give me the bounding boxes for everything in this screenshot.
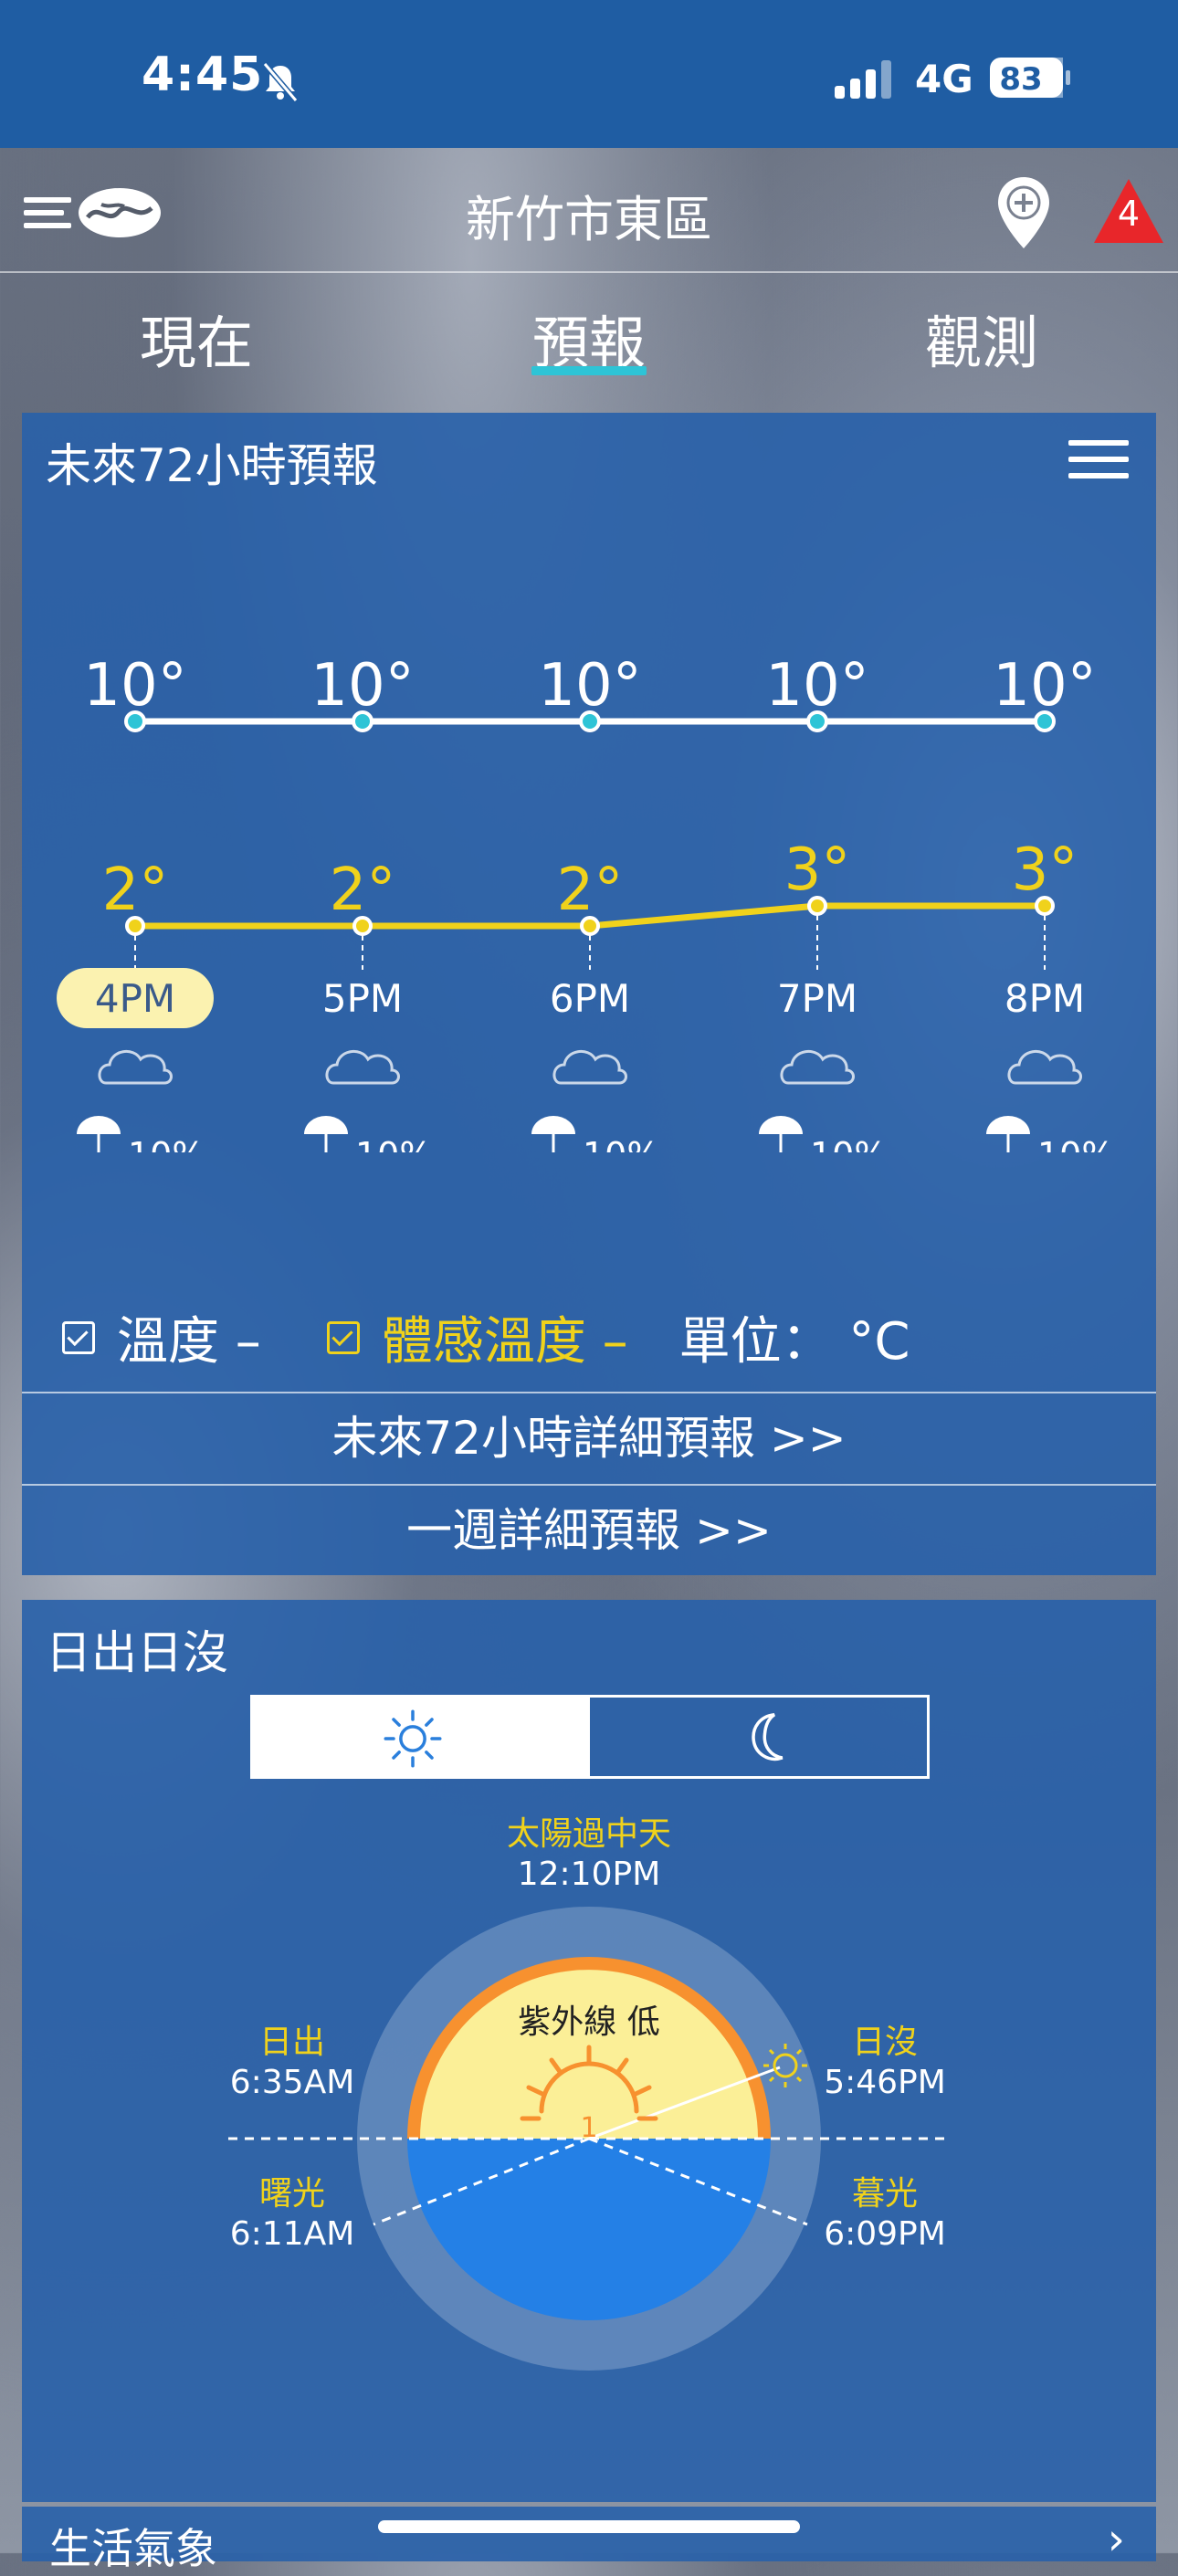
hourly-forecast-chart: 10° 2° 4PM 10% 10° 2° 5PM 10% 10° 2° 6PM 10% 10° 3° 7P…	[57, 652, 1114, 1152]
feels-value: 3°	[784, 836, 851, 904]
location-pin-icon[interactable]	[995, 175, 1052, 252]
cloud-icon	[325, 1050, 400, 1085]
alert-count: 4	[1117, 194, 1141, 234]
hour-label: 7PM	[777, 976, 857, 1021]
active-tab-indicator	[531, 366, 647, 375]
tab-observation[interactable]: 觀測	[863, 297, 1100, 379]
uv-label: 紫外線 低	[518, 2003, 659, 2041]
rain-chance: 10%	[355, 1135, 432, 1152]
hour-label: 5PM	[322, 976, 403, 1021]
cloud-icon	[552, 1050, 627, 1085]
temp-value: 10°	[993, 652, 1096, 720]
temp-checkbox[interactable]	[62, 1320, 95, 1354]
cloud-icon	[780, 1050, 855, 1085]
cloud-icon	[98, 1050, 173, 1085]
feels-value: 2°	[557, 857, 624, 924]
battery-icon: 83	[990, 58, 1070, 98]
forecast-title: 未來72小時預報	[46, 439, 378, 492]
bell-off-icon	[262, 62, 299, 102]
umbrella-handle	[1006, 1134, 1010, 1152]
tab-now[interactable]: 現在	[78, 297, 315, 379]
feels-value: 2°	[102, 857, 169, 924]
next-section-card[interactable]: 生活氣象 ›	[22, 2507, 1156, 2573]
umbrella-icon	[304, 1116, 348, 1134]
link-week-detail[interactable]: 一週詳細預報 >>	[22, 1484, 1156, 1575]
hour-label: 8PM	[1004, 976, 1085, 1021]
rain-chance: 10%	[1037, 1135, 1114, 1152]
sunrise-label: 日出	[259, 2024, 325, 2061]
umbrella-icon	[77, 1116, 121, 1134]
temp-value: 10°	[310, 652, 414, 720]
chart-legend: 溫度 – 體感溫度 – 單位： °C	[62, 1300, 910, 1374]
sun-card: 日出日沒 太陽過中天 12:10PM 紫外線 低 1 日出 6:35AM 日沒 …	[22, 1600, 1156, 2502]
sun-title: 日出日沒	[46, 1626, 228, 1679]
top-nav: 新竹市東區 4	[0, 148, 1178, 273]
home-indicator[interactable]	[378, 2520, 800, 2533]
feels-value: 2°	[330, 857, 396, 924]
umbrella-handle	[324, 1134, 328, 1152]
umbrella-icon	[759, 1116, 803, 1134]
dawn-time: 6:11AM	[230, 2215, 355, 2253]
uv-index: 1	[580, 2112, 597, 2144]
battery-level: 83	[999, 61, 1042, 98]
umbrella-icon	[986, 1116, 1030, 1134]
rain-chance: 10%	[810, 1135, 887, 1152]
cloud-icon	[1007, 1050, 1082, 1085]
dusk-label: 暮光	[852, 2175, 918, 2213]
sunrise-time: 6:35AM	[230, 2064, 355, 2101]
umbrella-handle	[779, 1134, 783, 1152]
temp-value: 10°	[83, 652, 186, 720]
feels-checkbox[interactable]	[326, 1320, 360, 1354]
umbrella-handle	[552, 1134, 555, 1152]
sun-toggle-button[interactable]	[253, 1698, 590, 1776]
hamburger-menu-icon[interactable]	[1068, 438, 1129, 480]
sunset-time: 5:46PM	[824, 2064, 946, 2101]
moon-icon	[752, 1713, 784, 1761]
rain-chance: 10%	[583, 1135, 659, 1152]
sunset-label: 日沒	[852, 2024, 918, 2061]
unit-label: 單位： °C	[678, 1312, 910, 1372]
feels-value: 3°	[1012, 836, 1078, 904]
temp-legend-label: 溫度 –	[117, 1312, 261, 1372]
noon-time: 12:10PM	[518, 1856, 661, 1893]
network-type: 4G	[915, 57, 973, 101]
feels-legend-label: 體感溫度 –	[381, 1312, 628, 1372]
next-section-title: 生活氣象	[49, 2524, 217, 2573]
link-72h-detail[interactable]: 未來72小時詳細預報 >>	[22, 1392, 1156, 1483]
sun-moon-toggle	[250, 1695, 930, 1779]
tab-bar: 現在 預報 觀測	[0, 273, 1178, 401]
status-bar: 4:45 4G 83	[0, 0, 1178, 148]
sun-dial: 太陽過中天 12:10PM 紫外線 低 1 日出 6:35AM 日沒 5:46P…	[228, 1815, 950, 2371]
moon-toggle-button[interactable]	[590, 1698, 927, 1776]
sun-icon	[384, 1709, 442, 1768]
dawn-label: 曙光	[259, 2175, 325, 2213]
forecast-card: 未來72小時預報 10°2°4PM10%10°2°5PM10%10°2°6PM1…	[22, 413, 1156, 1575]
dusk-time: 6:09PM	[824, 2215, 946, 2253]
rain-chance: 10%	[128, 1135, 205, 1152]
umbrella-handle	[97, 1134, 100, 1152]
signal-icon	[835, 60, 891, 99]
hour-label: 6PM	[550, 976, 630, 1021]
noon-label: 太陽過中天	[507, 1815, 671, 1853]
chevron-right-icon: ›	[1107, 2514, 1125, 2565]
temp-value: 10°	[765, 652, 868, 720]
clock: 4:45	[142, 47, 264, 102]
hour-label: 4PM	[95, 976, 175, 1021]
temp-value: 10°	[538, 652, 641, 720]
umbrella-icon	[531, 1116, 575, 1134]
